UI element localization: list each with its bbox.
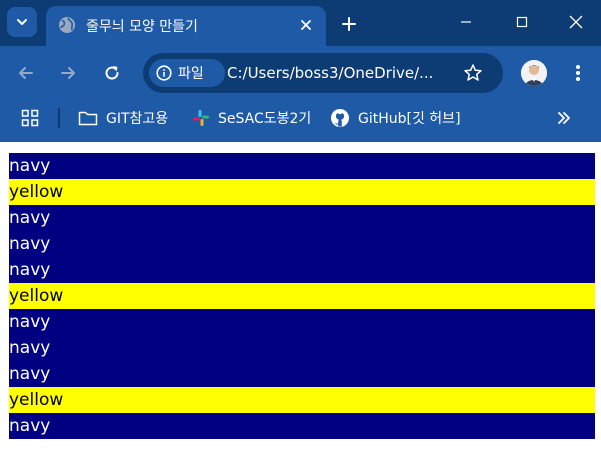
apps-button[interactable] [19, 107, 41, 129]
stripe-row: navy [9, 231, 595, 257]
reload-icon [105, 66, 119, 80]
plus-icon [342, 17, 356, 31]
apps-grid-icon [21, 109, 39, 127]
more-menu-button[interactable] [566, 59, 590, 87]
tab-close-button[interactable] [296, 15, 316, 35]
stripe-row: yellow [9, 179, 595, 205]
stripe-row: navy [9, 413, 595, 439]
bookmark-label: SeSAC도봉2기 [218, 111, 312, 127]
slack-icon [193, 110, 209, 126]
bookmark-label: GitHub[깃 허브] [358, 111, 461, 127]
stripe-row: navy [9, 257, 595, 283]
minimize-button[interactable] [439, 0, 493, 44]
maximize-button[interactable] [495, 0, 549, 44]
maximize-icon [516, 16, 528, 28]
striped-list: navy yellow navy navy navy yellow navy n… [9, 153, 595, 439]
stripe-row: navy [9, 309, 595, 335]
stripe-row: navy [9, 205, 595, 231]
window-close-button[interactable] [549, 0, 601, 44]
bookmark-label: GIT참고용 [106, 111, 169, 127]
chevron-down-icon [17, 19, 27, 25]
bookmark-sesac[interactable]: SeSAC도봉2기 [192, 106, 311, 130]
star-icon [464, 64, 482, 81]
close-icon [569, 15, 583, 29]
minimize-icon [461, 21, 471, 23]
stripe-row: navy [9, 361, 595, 387]
arrow-left-icon [19, 67, 33, 79]
stripe-row: navy [9, 153, 595, 179]
tab-strip: 줄무늬 모양 만들기 [0, 0, 601, 46]
bookmark-git[interactable]: GIT참고용 [78, 106, 168, 130]
new-tab-button[interactable] [336, 11, 362, 37]
arrow-right-icon [61, 67, 75, 79]
site-info-chip[interactable]: 파일 [149, 59, 225, 87]
stripe-row: navy [9, 335, 595, 361]
close-icon [301, 20, 311, 30]
bookmark-divider [58, 108, 60, 128]
bookmark-star-button[interactable] [461, 61, 485, 85]
kebab-menu-icon [576, 65, 580, 81]
tab-title: 줄무늬 모양 만들기 [86, 19, 198, 35]
url-text[interactable]: C:/Users/boss3/OneDrive/... [227, 64, 433, 82]
stripe-row: yellow [9, 283, 595, 309]
browser-chrome: 줄무늬 모양 만들기 파일 C:/Users/boss3/OneDrive/..… [0, 0, 601, 142]
more-bookmarks-button[interactable] [553, 107, 575, 129]
tab-search-button[interactable] [7, 7, 37, 37]
profile-icon [521, 60, 547, 86]
site-chip-label: 파일 [178, 66, 204, 82]
back-button[interactable] [12, 59, 40, 87]
info-icon [156, 65, 172, 81]
address-bar[interactable]: 파일 C:/Users/boss3/OneDrive/... [143, 53, 503, 93]
forward-button[interactable] [54, 59, 82, 87]
globe-icon [59, 17, 75, 33]
folder-icon [78, 111, 98, 126]
avatar[interactable] [521, 60, 547, 86]
chevron-double-right-icon [558, 112, 570, 124]
stripe-row: yellow [9, 387, 595, 413]
bookmark-github[interactable]: GitHub[깃 허브] [330, 106, 461, 130]
reload-button[interactable] [98, 59, 126, 87]
active-tab[interactable]: 줄무늬 모양 만들기 [46, 6, 326, 46]
github-icon [331, 109, 349, 127]
